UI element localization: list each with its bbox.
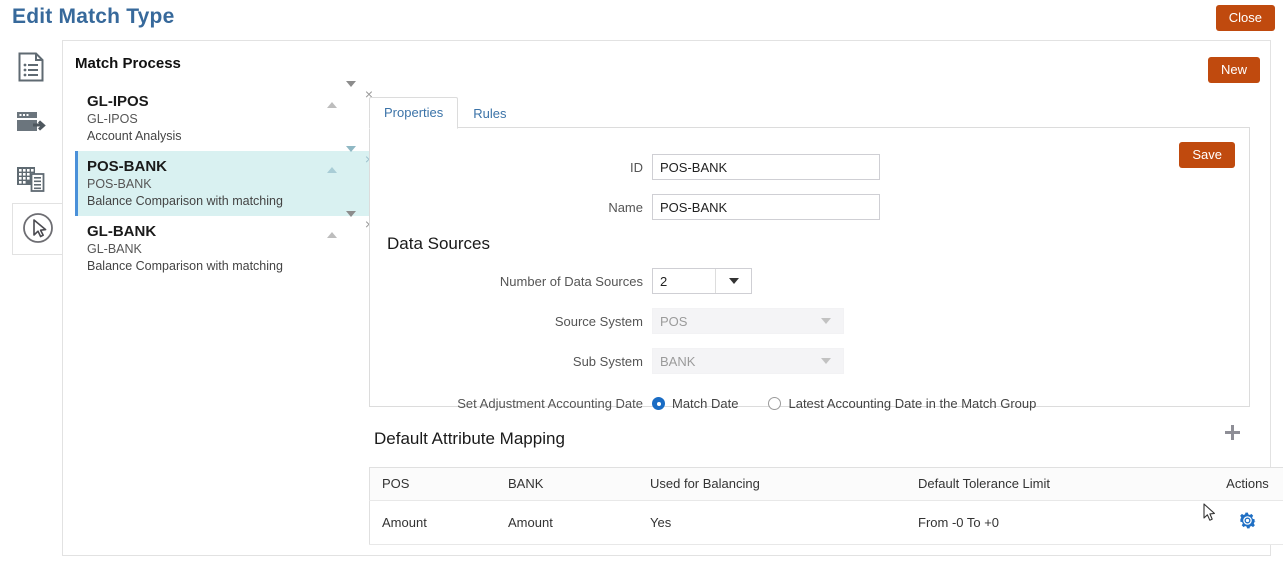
gear-icon[interactable]	[1238, 511, 1257, 533]
move-down-icon[interactable]	[345, 80, 356, 102]
content-region: New Properties Rules Save ID Name Data S…	[369, 51, 1283, 545]
close-button[interactable]: Close	[1215, 5, 1275, 31]
item-tools: ×	[326, 210, 373, 238]
id-label: ID	[630, 159, 643, 175]
cell-used-for-balancing: Yes	[638, 500, 906, 545]
id-input[interactable]	[652, 154, 880, 180]
match-process-item-description: Balance Comparison with matching	[87, 259, 283, 273]
tab-bar: Properties Rules	[369, 97, 522, 129]
sub-system-label: Sub System	[572, 353, 643, 369]
sub-system-row: Sub System BANK	[370, 348, 1249, 374]
default-attribute-mapping-table: POS BANK Used for Balancing Default Tole…	[369, 467, 1283, 545]
document-list-icon-button[interactable]	[0, 40, 62, 96]
data-sources-section-title: Data Sources	[387, 234, 490, 253]
adjustment-accounting-date-row: Set Adjustment Accounting Date Match Dat…	[370, 396, 1249, 411]
chevron-down-icon	[729, 278, 739, 284]
radio-latest-accounting-date-label[interactable]: Latest Accounting Date in the Match Grou…	[788, 396, 1036, 411]
cursor-pointer-icon-button[interactable]	[12, 203, 64, 255]
column-header-actions: Actions	[1196, 467, 1283, 501]
match-process-item-gl-ipos[interactable]: × GL-IPOS GL-IPOS Account Analysis	[75, 80, 373, 151]
data-load-icon-button[interactable]	[0, 96, 62, 152]
page-title: Edit Match Type	[12, 5, 175, 28]
match-process-item-subtitle: POS-BANK	[87, 177, 152, 191]
properties-form: ID Name Data Sources Number of Data Sour…	[370, 154, 1249, 411]
move-down-icon[interactable]	[345, 210, 356, 232]
select-divider	[715, 269, 716, 293]
source-system-value: POS	[660, 313, 688, 329]
match-process-item-subtitle: GL-IPOS	[87, 112, 138, 126]
chevron-down-icon	[821, 358, 831, 364]
column-header-used-for-balancing: Used for Balancing	[638, 467, 906, 501]
source-system-label: Source System	[554, 313, 643, 329]
number-of-data-sources-row: Number of Data Sources 2	[370, 268, 1249, 294]
table-header-row: POS BANK Used for Balancing Default Tole…	[369, 467, 1283, 501]
default-attribute-mapping-title: Default Attribute Mapping	[374, 429, 565, 448]
main-panel: Match Process × GL-IPOS GL-IPOS Account …	[62, 40, 1283, 556]
grid-report-icon-button[interactable]	[0, 152, 62, 208]
cell-bank: Amount	[496, 500, 638, 545]
match-process-item-description: Balance Comparison with matching	[87, 194, 283, 208]
move-down-icon[interactable]	[345, 145, 356, 167]
default-attribute-mapping-section: Default Attribute Mapping POS BANK Used …	[369, 425, 1283, 545]
match-process-item-gl-bank[interactable]: × GL-BANK GL-BANK Balance Comparison wit…	[75, 210, 373, 281]
item-tools: ×	[326, 145, 373, 173]
properties-card: Save ID Name Data Sources Number of Data…	[369, 127, 1250, 411]
column-header-pos: POS	[369, 467, 496, 501]
column-header-default-tolerance-limit: Default Tolerance Limit	[906, 467, 1196, 501]
radio-match-date[interactable]	[652, 397, 665, 410]
number-of-data-sources-value: 2	[660, 273, 668, 289]
tab-rules[interactable]: Rules	[458, 98, 521, 129]
name-label: Name	[608, 199, 643, 215]
move-up-icon[interactable]	[326, 86, 337, 108]
move-up-icon[interactable]	[326, 216, 337, 238]
name-field-row: Name	[370, 194, 1249, 220]
table-row[interactable]: Amount Amount Yes From -0 To +0	[369, 500, 1283, 545]
add-mapping-button[interactable]	[1225, 425, 1240, 443]
radio-match-date-label[interactable]: Match Date	[672, 396, 738, 411]
adjustment-accounting-date-label: Set Adjustment Accounting Date	[457, 396, 643, 411]
match-process-item-description: Account Analysis	[87, 129, 182, 143]
data-load-icon	[16, 110, 46, 139]
move-up-icon[interactable]	[326, 151, 337, 173]
tab-properties[interactable]: Properties	[369, 97, 459, 129]
match-process-item-subtitle: GL-BANK	[87, 242, 142, 256]
cell-actions	[1196, 500, 1283, 545]
source-system-select: POS	[652, 308, 844, 334]
id-field-row: ID	[370, 154, 1249, 180]
number-of-data-sources-select[interactable]: 2	[652, 268, 752, 294]
column-header-bank: BANK	[496, 467, 638, 501]
new-button[interactable]: New	[1207, 57, 1260, 83]
match-process-header: Match Process	[75, 55, 181, 72]
sub-system-select: BANK	[652, 348, 844, 374]
grid-report-icon	[16, 165, 46, 196]
chevron-down-icon	[821, 318, 831, 324]
item-tools: ×	[326, 80, 373, 108]
name-input[interactable]	[652, 194, 880, 220]
number-of-data-sources-label: Number of Data Sources	[499, 273, 643, 289]
cursor-pointer-icon	[22, 212, 54, 247]
match-process-item-pos-bank[interactable]: × POS-BANK POS-BANK Balance Comparison w…	[75, 145, 373, 216]
source-system-row: Source System POS	[370, 308, 1249, 334]
icon-rail	[0, 40, 62, 222]
cell-default-tolerance-limit: From -0 To +0	[906, 500, 1196, 545]
match-process-list: × GL-IPOS GL-IPOS Account Analysis × POS…	[75, 80, 373, 281]
cell-pos: Amount	[369, 500, 496, 545]
radio-latest-accounting-date[interactable]	[768, 397, 782, 410]
plus-icon	[1225, 425, 1240, 440]
document-list-icon	[18, 52, 44, 85]
sub-system-value: BANK	[660, 353, 696, 369]
